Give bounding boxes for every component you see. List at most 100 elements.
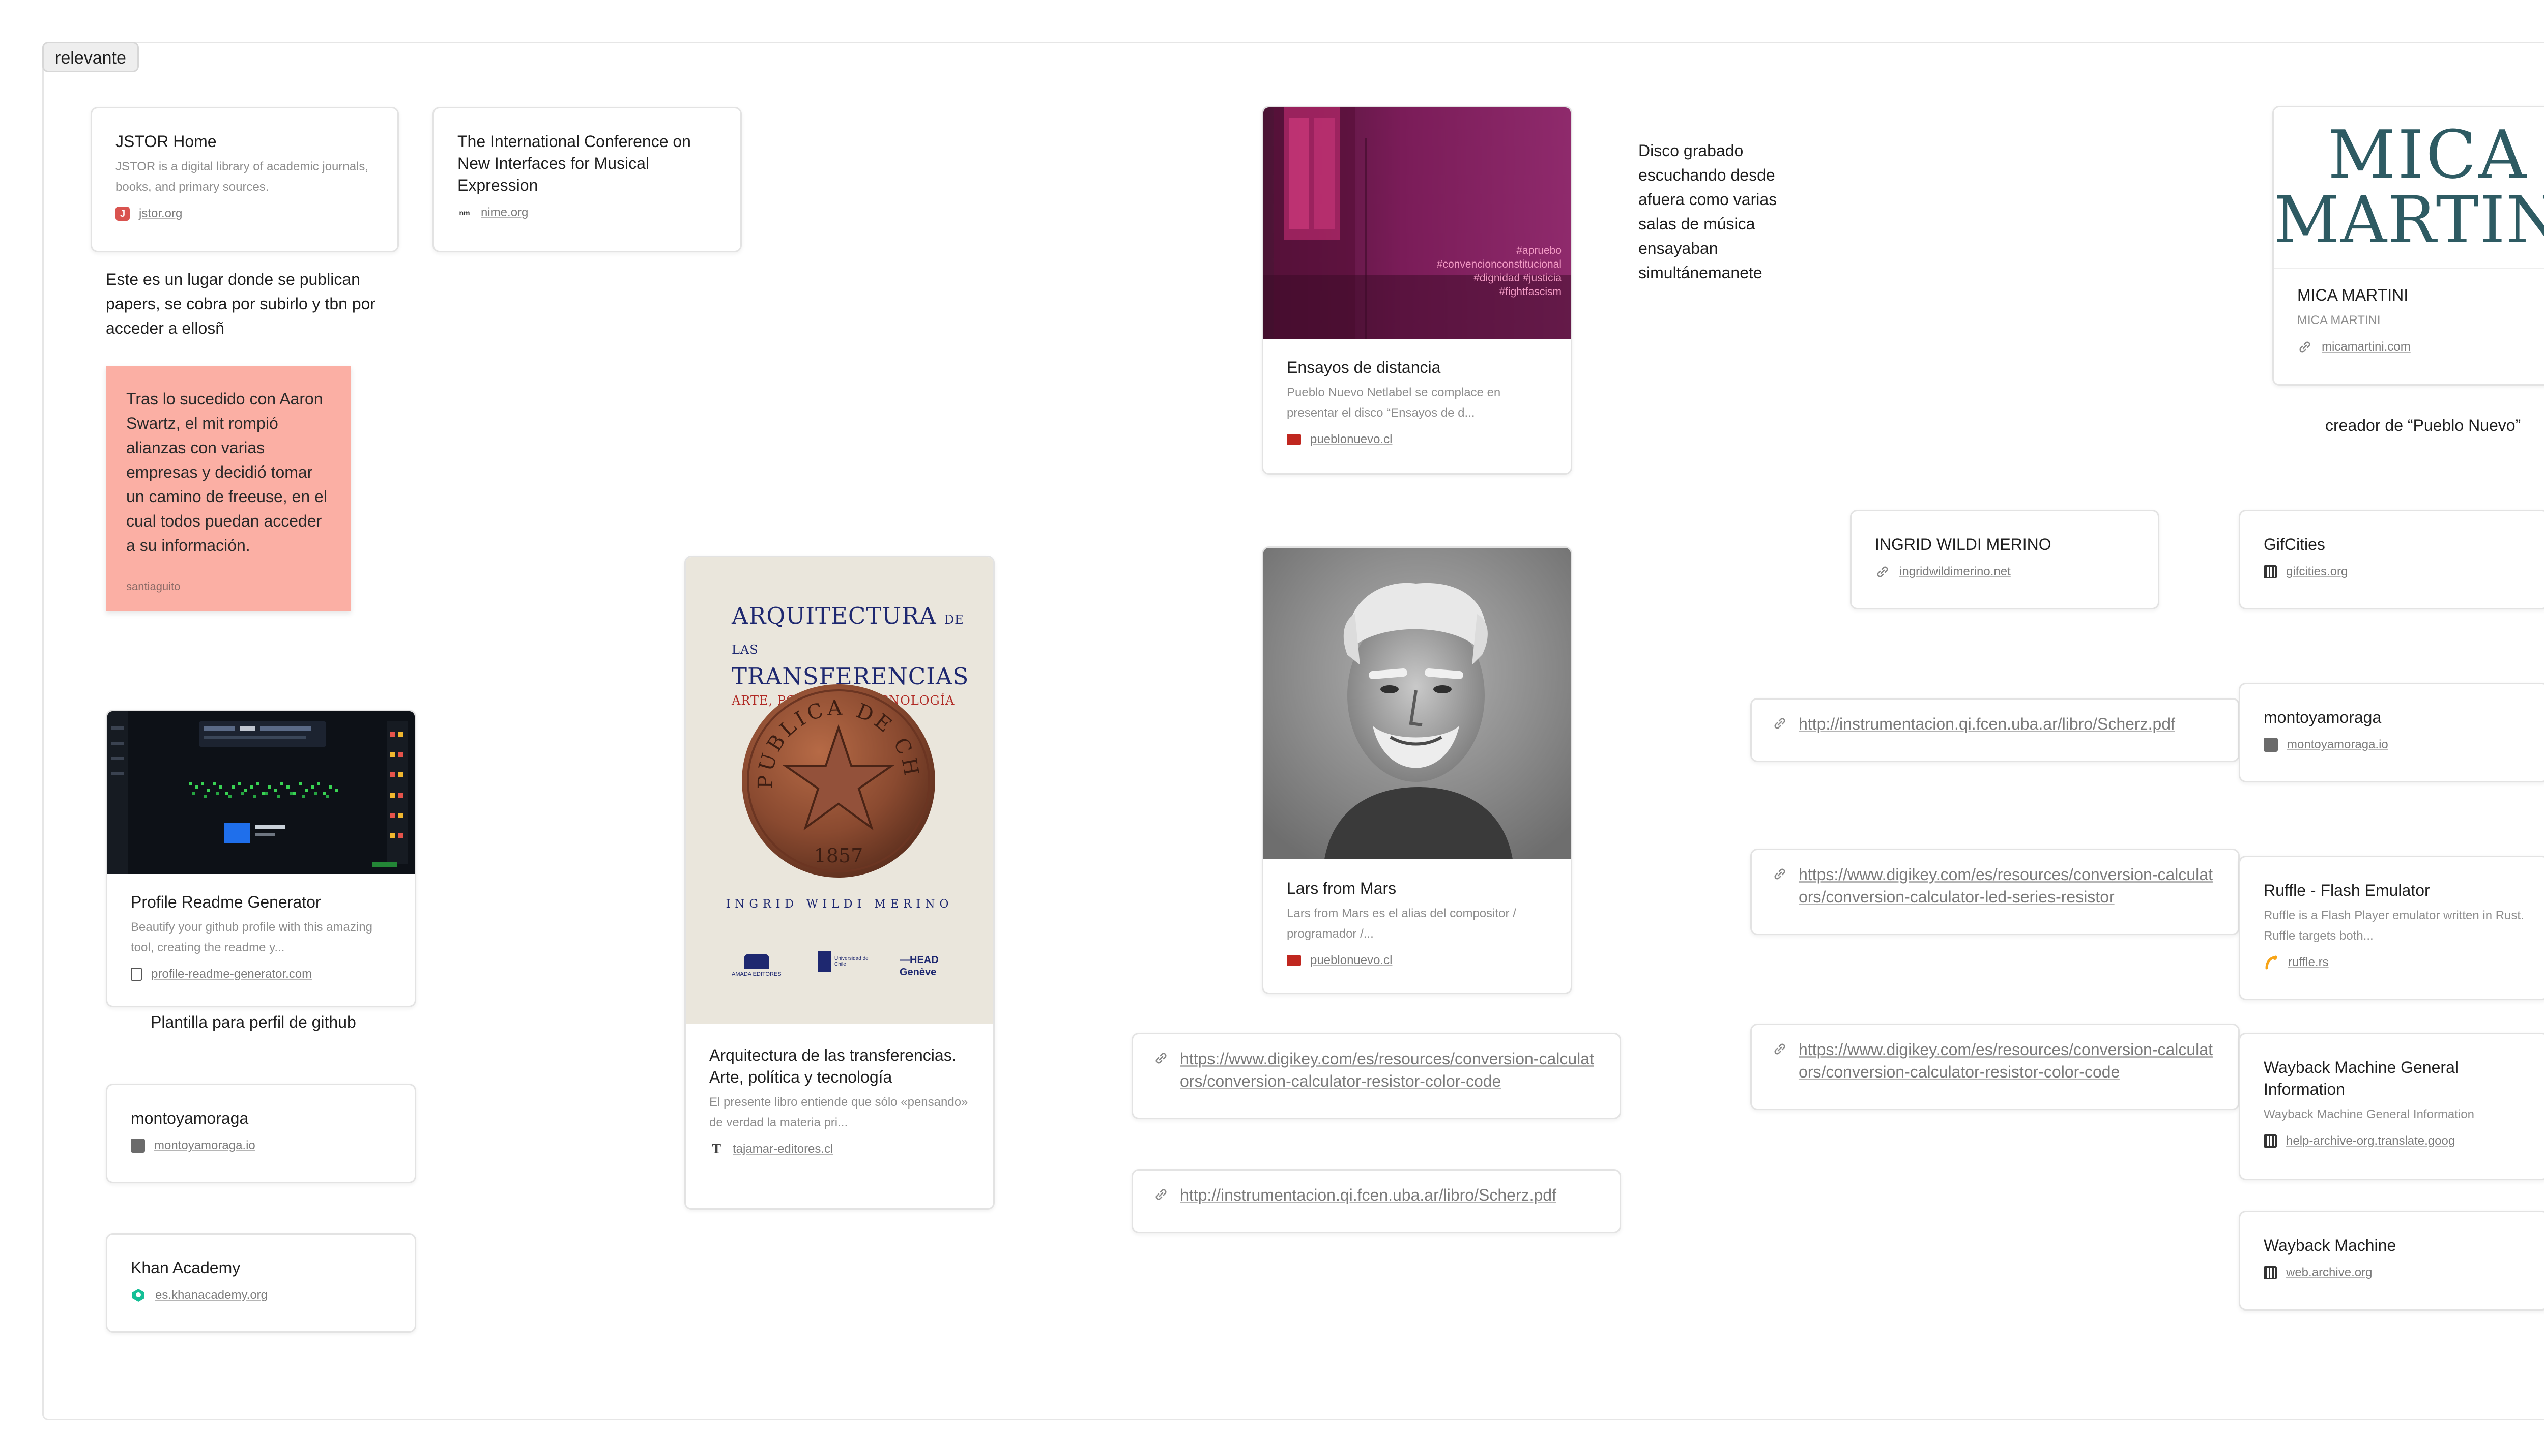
- board-tag[interactable]: relevante: [42, 42, 139, 72]
- card-domain[interactable]: ingridwildimerino.net: [1899, 563, 2011, 581]
- card-domain[interactable]: nime.org: [481, 203, 528, 222]
- link-card-ensayos-de-distancia[interactable]: #apruebo #convencionconstitucional #dign…: [1262, 106, 1572, 475]
- logo-line-2: MARTINI: [2274, 183, 2544, 257]
- archive-favicon-icon: [2264, 1266, 2277, 1279]
- link-card-wayback-machine[interactable]: Wayback Machine web.archive.org: [2239, 1211, 2544, 1311]
- card-link[interactable]: ingridwildimerino.net: [1875, 563, 2134, 581]
- card-link[interactable]: micamartini.com: [2297, 338, 2544, 356]
- card-description: Lars from Mars es el alias del composito…: [1287, 907, 1516, 941]
- url-card-digikey-resistor-color-code-mid[interactable]: https://www.digikey.com/es/resources/con…: [1132, 1033, 1621, 1119]
- cover-author: INGRID WILDI MERINO: [726, 898, 953, 911]
- montoyamoraga-favicon-icon: [131, 1139, 145, 1153]
- card-description: Ruffle is a Flash Player emulator writte…: [2264, 909, 2524, 943]
- link-icon: [1774, 1043, 1785, 1055]
- url-card-digikey-led-series[interactable]: https://www.digikey.com/es/resources/con…: [1750, 849, 2240, 935]
- tajamar-favicon-icon: T: [709, 1142, 724, 1156]
- link-card-jstor[interactable]: JSTOR Home JSTOR is a digital library of…: [91, 107, 399, 252]
- publisher-logo-uchile: Universidad de Chile: [818, 951, 870, 972]
- card-description: El presente libro entiende que sólo «pen…: [709, 1095, 968, 1129]
- card-title: INGRID WILDI MERINO: [1875, 535, 2051, 554]
- link-icon: [1155, 1189, 1167, 1200]
- card-description: Pueblo Nuevo Netlabel se complace en pre…: [1287, 386, 1501, 420]
- card-domain[interactable]: gifcities.org: [2286, 563, 2348, 581]
- publisher-logo-amada: AMADA EDITORES: [732, 954, 782, 977]
- document-icon: [131, 968, 142, 981]
- card-domain[interactable]: pueblonuevo.cl: [1310, 951, 1392, 970]
- card-domain[interactable]: micamartini.com: [2322, 338, 2411, 356]
- link-card-nime[interactable]: The International Conference on New Inte…: [432, 107, 742, 252]
- sticky-note[interactable]: Tras lo sucedido con Aaron Swartz, el mi…: [106, 366, 351, 611]
- portrait-photo: [1263, 548, 1571, 859]
- card-domain[interactable]: ruffle.rs: [2288, 953, 2329, 972]
- link-card-mica-martini[interactable]: MICA MARTINI MICA MARTINI MICA MARTINI m…: [2272, 106, 2544, 386]
- link-icon: [2299, 341, 2310, 353]
- card-title: Khan Academy: [131, 1259, 241, 1277]
- url-text[interactable]: https://www.digikey.com/es/resources/con…: [1180, 1047, 1599, 1108]
- note-disco[interactable]: Disco grabado escuchando desde afuera co…: [1638, 138, 1806, 285]
- card-link[interactable]: pueblonuevo.cl: [1287, 430, 1547, 449]
- card-title: Ruffle - Flash Emulator: [2264, 881, 2430, 899]
- link-card-ruffle[interactable]: Ruffle - Flash Emulator Ruffle is a Flas…: [2239, 856, 2544, 1000]
- card-link[interactable]: es.khanacademy.org: [131, 1286, 391, 1304]
- note-mica[interactable]: creador de “Pueblo Nuevo”: [2325, 413, 2521, 438]
- card-link[interactable]: pueblonuevo.cl: [1287, 951, 1547, 970]
- link-card-wayback-general-info[interactable]: Wayback Machine General Information Wayb…: [2239, 1033, 2544, 1180]
- cover-title-1: ARQUITECTURA: [732, 602, 937, 629]
- card-link[interactable]: ruffle.rs: [2264, 953, 2524, 972]
- jstor-favicon-icon: J: [115, 207, 130, 221]
- card-domain[interactable]: tajamar-editores.cl: [733, 1140, 833, 1158]
- url-card-digikey-resistor-color-code-right[interactable]: https://www.digikey.com/es/resources/con…: [1750, 1024, 2240, 1110]
- card-title: Arquitectura de las transferencias. Arte…: [709, 1046, 957, 1086]
- url-text[interactable]: http://instrumentacion.qi.fcen.uba.ar/li…: [1799, 713, 2175, 750]
- album-hashtag-3: #dignidad #justicia: [1473, 272, 1562, 284]
- note-profile[interactable]: Plantilla para perfil de github: [151, 1010, 356, 1034]
- url-text[interactable]: https://www.digikey.com/es/resources/con…: [1799, 863, 2218, 923]
- card-link[interactable]: montoyamoraga.io: [2264, 736, 2524, 754]
- card-domain[interactable]: montoyamoraga.io: [2287, 736, 2388, 754]
- link-card-montoyamoraga-left[interactable]: montoyamoraga montoyamoraga.io: [106, 1084, 416, 1183]
- card-domain[interactable]: help-archive-org.translate.goog: [2286, 1132, 2455, 1150]
- note-jstor[interactable]: Este es un lugar donde se publican paper…: [106, 267, 381, 340]
- link-card-profile-readme[interactable]: Profile Readme Generator Beautify your g…: [106, 710, 416, 1007]
- card-description: MICA MARTINI: [2297, 313, 2381, 327]
- link-icon: [1155, 1053, 1167, 1064]
- link-card-khan-academy[interactable]: Khan Academy es.khanacademy.org: [106, 1233, 416, 1333]
- album-hashtag-4: #fightfascism: [1499, 286, 1562, 298]
- publisher-logo-head: —HEAD Genève: [900, 954, 939, 978]
- card-title: The International Conference on New Inte…: [457, 132, 691, 194]
- logo-line-1: MICA: [2328, 116, 2528, 193]
- card-domain[interactable]: web.archive.org: [2286, 1264, 2372, 1282]
- link-icon: [1774, 868, 1785, 880]
- card-link[interactable]: help-archive-org.translate.goog: [2264, 1132, 2524, 1150]
- link-card-lars-from-mars[interactable]: Lars from Mars Lars from Mars es el alia…: [1262, 546, 1572, 994]
- card-domain[interactable]: es.khanacademy.org: [155, 1286, 268, 1304]
- book-cover-image: ARQUITECTURA DE LAS TRANSFERENCIAS ARTE,…: [686, 557, 993, 1024]
- card-description: Wayback Machine General Information: [2264, 1108, 2474, 1121]
- card-link[interactable]: gifcities.org: [2264, 563, 2524, 581]
- pueblonuevo-favicon-icon: [1287, 434, 1301, 445]
- link-card-montoyamoraga-right[interactable]: montoyamoraga montoyamoraga.io: [2239, 683, 2544, 782]
- card-link[interactable]: web.archive.org: [2264, 1264, 2524, 1282]
- coin-year: 1857: [814, 845, 863, 867]
- card-link[interactable]: profile-readme-generator.com: [131, 965, 391, 983]
- url-text[interactable]: http://instrumentacion.qi.fcen.uba.ar/li…: [1180, 1184, 1556, 1221]
- card-title: JSTOR Home: [115, 132, 217, 151]
- card-domain[interactable]: profile-readme-generator.com: [151, 965, 312, 983]
- card-link[interactable]: nm nime.org: [457, 203, 717, 222]
- url-card-scherz-pdf-right[interactable]: http://instrumentacion.qi.fcen.uba.ar/li…: [1750, 698, 2240, 762]
- link-icon: [1877, 566, 1888, 577]
- link-card-gifcities[interactable]: GifCities gifcities.org: [2239, 510, 2544, 609]
- url-card-scherz-pdf-mid[interactable]: http://instrumentacion.qi.fcen.uba.ar/li…: [1132, 1169, 1621, 1233]
- album-cover-image: #apruebo #convencionconstitucional #dign…: [1263, 107, 1571, 339]
- card-link[interactable]: T tajamar-editores.cl: [709, 1140, 970, 1158]
- card-link[interactable]: montoyamoraga.io: [131, 1137, 391, 1155]
- card-domain[interactable]: pueblonuevo.cl: [1310, 430, 1392, 449]
- card-link[interactable]: J jstor.org: [115, 205, 374, 223]
- card-domain[interactable]: jstor.org: [139, 205, 182, 223]
- card-domain[interactable]: montoyamoraga.io: [154, 1137, 255, 1155]
- ruffle-favicon-icon: [2265, 955, 2277, 970]
- url-text[interactable]: https://www.digikey.com/es/resources/con…: [1799, 1038, 2218, 1098]
- link-card-ingrid-wildi-merino[interactable]: INGRID WILDI MERINO ingridwildimerino.ne…: [1850, 510, 2159, 609]
- card-title: MICA MARTINI: [2297, 286, 2409, 304]
- link-card-arquitectura[interactable]: ARQUITECTURA DE LAS TRANSFERENCIAS ARTE,…: [684, 556, 995, 1210]
